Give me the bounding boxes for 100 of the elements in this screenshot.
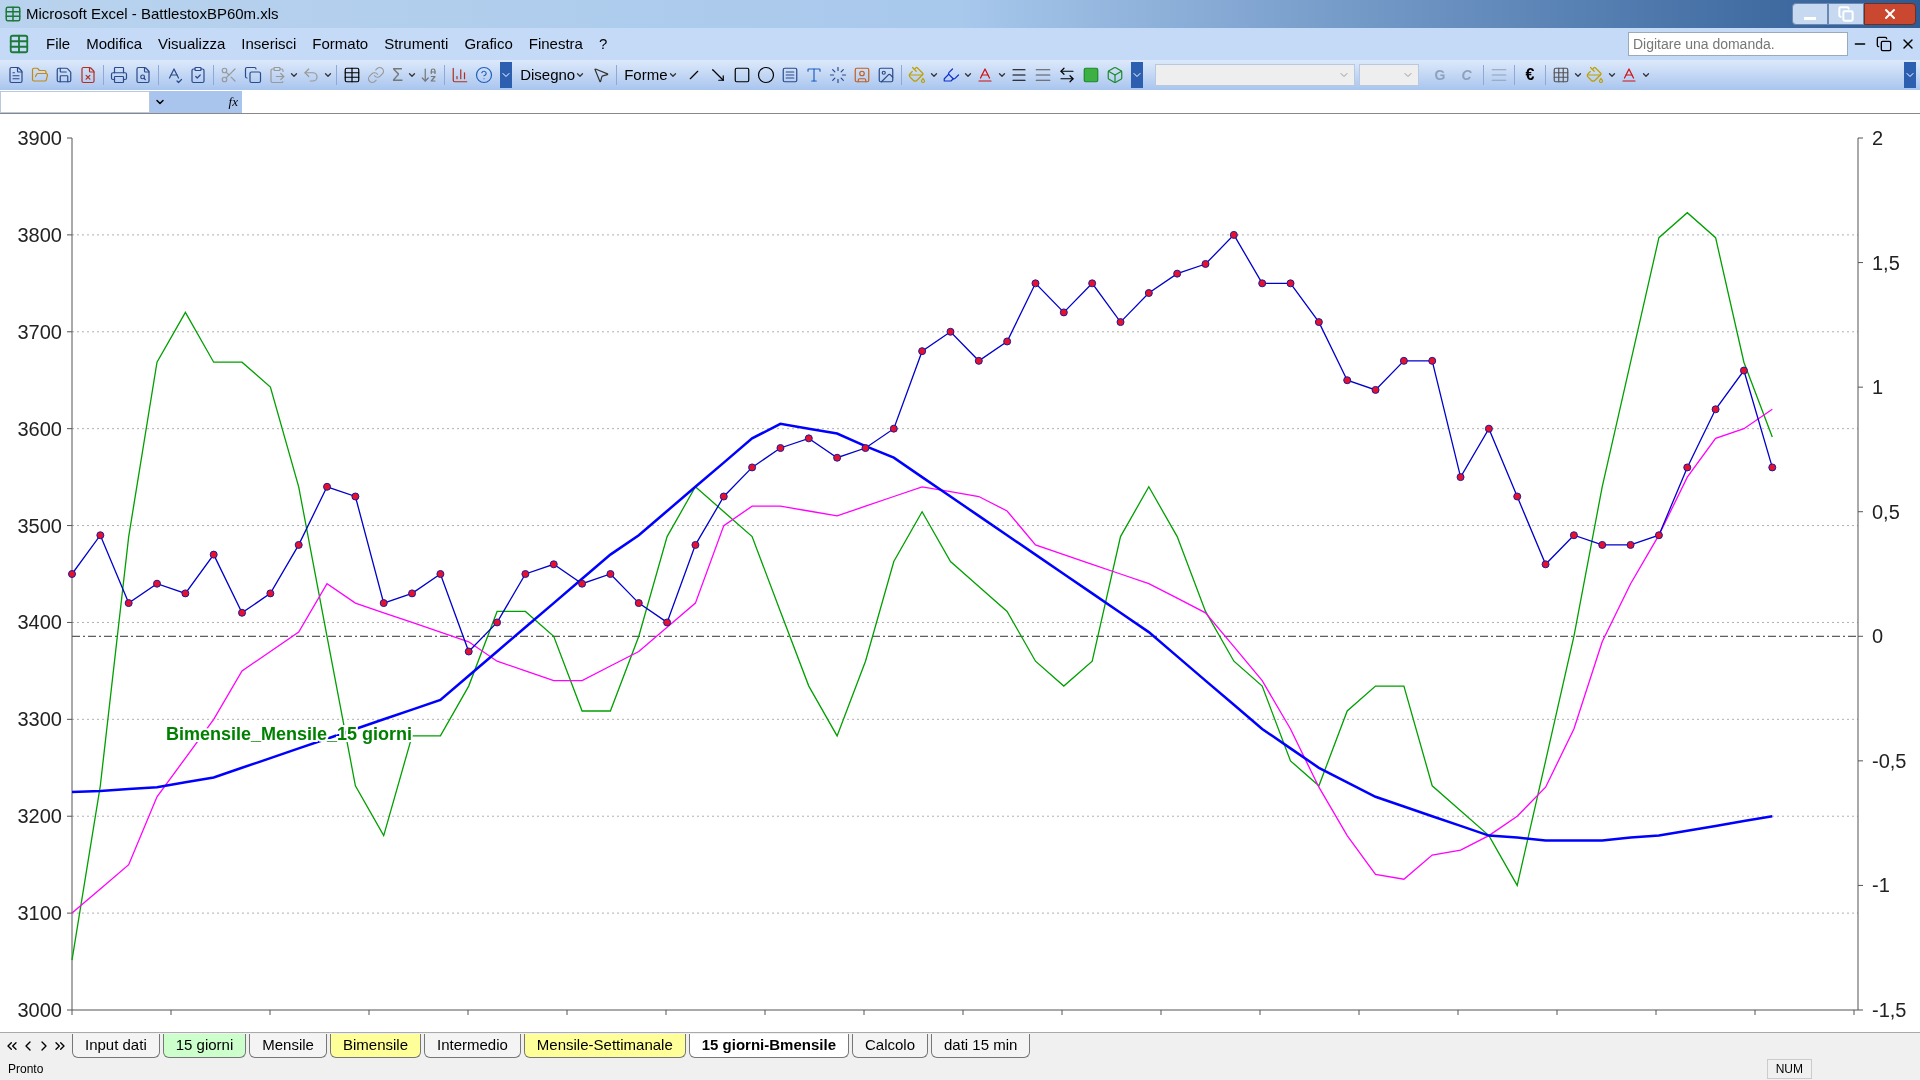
sheet-tab[interactable]: 15 giorni <box>162 1033 247 1058</box>
data-point <box>1683 463 1692 472</box>
line-color-icon[interactable] <box>941 66 960 84</box>
caret-icon[interactable] <box>996 70 1007 80</box>
restore-button[interactable] <box>1828 3 1864 25</box>
help-search-field[interactable]: Digitare una domanda. <box>1628 32 1848 56</box>
axis-label: 3300 <box>17 708 62 731</box>
sheet-tab[interactable]: Mensile-Settimanale <box>523 1033 686 1058</box>
data-point <box>153 579 161 588</box>
caret-icon[interactable] <box>1573 70 1584 80</box>
fill-color-icon[interactable] <box>1586 66 1605 84</box>
toolbar-options-icon[interactable] <box>1904 62 1916 88</box>
data-point <box>1116 318 1125 327</box>
menu-item[interactable]: Visualizza <box>150 32 234 56</box>
caret-icon[interactable] <box>407 70 418 80</box>
axis-label: 1 <box>1872 376 1884 399</box>
clip-art-icon[interactable] <box>852 66 871 84</box>
data-point <box>1003 337 1012 346</box>
data-point <box>833 453 842 462</box>
menu-item[interactable]: Strumenti <box>376 32 457 56</box>
menu-item[interactable]: Formato <box>304 32 377 56</box>
caret-icon[interactable] <box>1641 70 1652 80</box>
restore-icon[interactable] <box>1876 36 1892 52</box>
sheet-tab[interactable]: Mensile <box>249 1033 327 1058</box>
print-preview-icon[interactable] <box>134 66 152 84</box>
shadow-icon[interactable] <box>1081 66 1100 84</box>
data-point <box>493 618 502 627</box>
sheet-tab[interactable]: dati 15 min <box>931 1033 1031 1058</box>
file-x-icon[interactable] <box>79 66 97 84</box>
data-point <box>663 618 672 627</box>
toolbar-options-icon[interactable] <box>500 62 513 88</box>
minimize-button[interactable] <box>1792 3 1828 25</box>
sheet-tab[interactable]: Calcolo <box>851 1033 928 1058</box>
help-icon[interactable] <box>475 66 494 84</box>
chart-icon[interactable] <box>451 66 470 84</box>
caret-icon[interactable] <box>962 70 973 80</box>
caret-icon[interactable] <box>575 70 586 80</box>
dash-style-icon[interactable] <box>1033 66 1052 84</box>
minimize-icon <box>1804 16 1816 20</box>
data-point <box>1711 405 1720 414</box>
menu-item[interactable]: Inserisci <box>233 32 305 56</box>
menu-item[interactable]: Modifica <box>78 32 151 56</box>
data-point <box>1399 356 1408 365</box>
sheet-icon[interactable] <box>8 33 30 55</box>
menu-item[interactable]: ? <box>590 32 616 56</box>
3d-icon[interactable] <box>1105 66 1124 84</box>
axis-label: 3800 <box>17 223 62 246</box>
drawing-menu[interactable]: Disegno <box>516 63 590 87</box>
text-box-icon[interactable] <box>780 66 799 84</box>
caret-icon[interactable] <box>928 70 939 80</box>
table-icon[interactable] <box>343 66 361 84</box>
borders-icon[interactable] <box>1552 66 1571 84</box>
pointer-icon[interactable] <box>592 66 611 84</box>
arrow-style-icon[interactable] <box>1057 66 1076 84</box>
caret-icon[interactable] <box>289 70 299 80</box>
caret-icon[interactable] <box>323 70 333 80</box>
print-icon[interactable] <box>110 66 128 84</box>
toolbar-options-icon[interactable] <box>1130 62 1143 88</box>
copy-icon[interactable] <box>244 66 262 84</box>
sheet-tab[interactable]: Input dati <box>72 1033 160 1058</box>
status-text: Pronto <box>8 1061 44 1078</box>
euro-button[interactable]: € <box>1517 63 1543 87</box>
data-point <box>804 434 813 443</box>
clipboard-check-icon[interactable] <box>189 66 207 84</box>
data-point <box>918 347 927 356</box>
data-point <box>1343 376 1352 385</box>
line-style-icon[interactable] <box>1009 66 1028 84</box>
axis-label: 3500 <box>17 514 62 537</box>
new-file-icon[interactable] <box>7 66 25 84</box>
fx-label[interactable]: fx <box>228 91 238 112</box>
sheet-tab[interactable]: Bimensile <box>329 1033 421 1058</box>
data-point <box>1428 356 1437 365</box>
menu-item[interactable]: File <box>38 32 79 56</box>
data-point <box>748 463 757 472</box>
data-point <box>521 570 530 578</box>
data-point <box>68 570 76 578</box>
menu-item[interactable]: Finestra <box>520 32 591 56</box>
diagram-icon[interactable] <box>828 66 847 84</box>
data-point <box>634 599 643 608</box>
close-button[interactable] <box>1864 3 1916 25</box>
oval-icon[interactable] <box>756 66 775 84</box>
data-point <box>1513 492 1522 501</box>
data-point <box>1314 318 1323 327</box>
data-point <box>1768 463 1777 472</box>
data-point <box>549 560 558 569</box>
image-icon[interactable] <box>876 66 895 84</box>
shapes-menu[interactable]: Forme <box>620 63 682 87</box>
data-point <box>1598 540 1607 549</box>
sheet-tab[interactable]: Intermedio <box>424 1033 521 1058</box>
menu-item[interactable]: Grafico <box>456 32 521 56</box>
word-art-icon[interactable] <box>804 66 823 84</box>
data-point <box>776 444 785 453</box>
caret-icon[interactable] <box>667 70 678 80</box>
fill-color-icon[interactable] <box>907 66 926 84</box>
data-point <box>464 647 473 656</box>
sheet-tab[interactable]: 15 giorni-Bmensile <box>688 1033 849 1058</box>
caret-icon[interactable] <box>1607 70 1618 80</box>
save-icon[interactable] <box>55 66 73 84</box>
rectangle-icon[interactable] <box>732 66 751 84</box>
axis-label: 3100 <box>17 902 62 925</box>
